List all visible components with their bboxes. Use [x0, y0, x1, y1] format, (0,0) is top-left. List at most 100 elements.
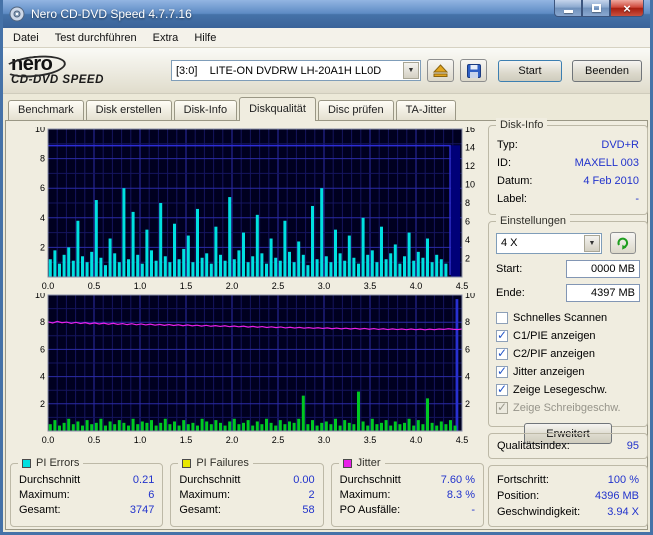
- menu-item-hilfe[interactable]: Hilfe: [186, 30, 224, 46]
- svg-text:6: 6: [40, 183, 45, 193]
- stats-jitter: Jitter Durchschnitt 7.60 % Maximum: 8.3 % …: [330, 456, 484, 527]
- window-controls: ×: [554, 0, 644, 17]
- window-title: Nero CD-DVD Speed 4.7.7.16: [31, 7, 192, 21]
- speed-select-value: 4 X: [501, 237, 518, 249]
- jitter-chart: 10 8 6 4 2 10 8 6 4 2 0.0 0.5 1.0 1.5 2.0 2.5 3.0 3.5 4.0 4…: [35, 293, 475, 445]
- menu-item-test-durchfuehren[interactable]: Test durchführen: [47, 30, 145, 46]
- checkbox-zeige-schreibgeschw: Zeige Schreibgeschw.: [496, 399, 640, 416]
- settings-title: Einstellungen: [496, 214, 571, 228]
- tab-diskqualitaet[interactable]: Diskqualität: [239, 97, 316, 121]
- drive-selector-value: [3:0] LITE-ON DVDRW LH-20A1H LL0D: [176, 64, 382, 77]
- disc-quality-page: 10 8 6 4 2 16 14 12 10 8 6 4 2 0.0 0.5 1.0 1.5 2.0 2.5 3.0 3…: [5, 118, 648, 530]
- svg-text:4: 4: [465, 372, 470, 382]
- maximize-button[interactable]: [582, 0, 610, 17]
- checkbox-icon: [496, 328, 508, 342]
- drive-selector[interactable]: [3:0] LITE-ON DVDRW LH-20A1H LL0D ▼: [171, 60, 421, 81]
- refresh-button[interactable]: [610, 232, 636, 254]
- svg-text:0.0: 0.0: [42, 281, 55, 291]
- eject-button[interactable]: [427, 59, 454, 82]
- tab-disc-pruefen[interactable]: Disc prüfen: [317, 100, 394, 120]
- svg-text:14: 14: [465, 143, 475, 153]
- svg-text:16: 16: [465, 127, 475, 134]
- window-body: Datei Test durchführen Extra Hilfe nero …: [3, 28, 650, 532]
- svg-text:4.0: 4.0: [410, 281, 423, 291]
- eject-icon: [433, 64, 448, 77]
- checkbox-jitter-anzeigen[interactable]: Jitter anzeigen: [496, 363, 640, 380]
- svg-text:6: 6: [40, 344, 45, 354]
- checkbox-c2-pif-anzeigen[interactable]: C2/PIF anzeigen: [496, 345, 640, 362]
- svg-text:2.5: 2.5: [272, 281, 285, 291]
- stats-pi-errors: PI Errors Durchschnitt 0.21 Maximum: 6 Ges…: [10, 456, 164, 527]
- disk-info-row-label: Label: -: [497, 193, 639, 205]
- svg-text:0.5: 0.5: [88, 281, 101, 291]
- quit-button[interactable]: Beenden: [572, 59, 642, 82]
- svg-text:2: 2: [465, 399, 470, 409]
- speed-select[interactable]: 4 X ▼: [496, 232, 602, 254]
- svg-text:10: 10: [35, 127, 45, 134]
- svg-text:8: 8: [40, 317, 45, 327]
- progress-row: Fortschritt: 100 %: [497, 474, 639, 486]
- nero-logo: nero CD-DVD SPEED: [11, 54, 159, 87]
- pi-errors-chart: 10 8 6 4 2 16 14 12 10 8 6 4 2 0.0 0.5 1.0 1.5 2.0 2.5 3.0 3…: [35, 127, 475, 291]
- save-button[interactable]: [460, 59, 487, 82]
- menu-item-datei[interactable]: Datei: [5, 30, 47, 46]
- svg-text:8: 8: [465, 198, 470, 208]
- checkbox-zeige-lesegeschw[interactable]: Zeige Lesegeschw.: [496, 381, 640, 398]
- quality-index-panel: Qualitätsindex: 95: [488, 433, 648, 459]
- checkbox-schnelles-scannen[interactable]: Schnelles Scannen: [496, 309, 640, 326]
- tab-benchmark[interactable]: Benchmark: [8, 100, 84, 120]
- svg-text:8: 8: [465, 317, 470, 327]
- minimize-button[interactable]: [554, 0, 582, 17]
- menu-bar: Datei Test durchführen Extra Hilfe: [3, 28, 650, 48]
- tab-strip: Benchmark Disk erstellen Disk-Info Diskq…: [3, 94, 650, 121]
- pi-failures-swatch-icon: [182, 458, 192, 468]
- speed-row: Geschwindigkeit: 3.94 X: [497, 506, 639, 518]
- dropdown-arrow-icon[interactable]: ▼: [584, 234, 600, 252]
- nero-logo-text: nero: [11, 53, 53, 76]
- dropdown-arrow-icon[interactable]: ▼: [403, 62, 419, 79]
- svg-text:2.5: 2.5: [272, 435, 285, 445]
- tab-disk-info[interactable]: Disk-Info: [173, 100, 238, 120]
- title-bar[interactable]: Nero CD-DVD Speed 4.7.7.16 ×: [3, 0, 650, 28]
- statistics-row: PI Errors Durchschnitt 0.21 Maximum: 6 Ges…: [10, 456, 484, 527]
- svg-text:10: 10: [35, 293, 45, 300]
- svg-text:2: 2: [40, 242, 45, 252]
- close-icon: ×: [623, 0, 631, 16]
- svg-text:6: 6: [465, 217, 470, 227]
- close-button[interactable]: ×: [610, 0, 644, 17]
- svg-text:4: 4: [40, 372, 45, 382]
- svg-text:2: 2: [465, 254, 470, 264]
- menu-item-extra[interactable]: Extra: [145, 30, 187, 46]
- pi-errors-swatch-icon: [22, 458, 31, 468]
- svg-text:1.0: 1.0: [134, 281, 147, 291]
- position-row: Position: 4396 MB: [497, 490, 639, 502]
- app-window: Nero CD-DVD Speed 4.7.7.16 × Datei Test …: [0, 0, 653, 535]
- svg-text:3.5: 3.5: [364, 281, 377, 291]
- svg-text:2.0: 2.0: [226, 435, 239, 445]
- disk-info-title: Disk-Info: [496, 118, 548, 132]
- tab-ta-jitter[interactable]: TA-Jitter: [395, 100, 457, 120]
- svg-text:10: 10: [465, 293, 475, 300]
- svg-text:3.5: 3.5: [364, 435, 377, 445]
- start-button[interactable]: Start: [498, 59, 562, 82]
- svg-text:10: 10: [465, 180, 475, 190]
- quality-index-label: Qualitätsindex:: [497, 440, 570, 452]
- settings-panel: Einstellungen 4 X ▼ Start: 0000 MB Ende:…: [488, 214, 648, 444]
- disk-info-row-id: ID: MAXELL 003: [497, 157, 639, 169]
- progress-panel: Fortschritt: 100 % Position: 4396 MB Ges…: [488, 465, 648, 527]
- start-field[interactable]: 0000 MB: [566, 260, 640, 278]
- svg-text:2: 2: [40, 399, 45, 409]
- checkbox-icon: [496, 346, 508, 360]
- checkbox-icon: [496, 400, 508, 414]
- save-icon: [466, 63, 481, 78]
- checkbox-icon: [496, 382, 508, 396]
- tab-disk-erstellen[interactable]: Disk erstellen: [85, 100, 172, 120]
- svg-text:8: 8: [40, 154, 45, 164]
- end-field[interactable]: 4397 MB: [566, 284, 640, 302]
- svg-text:1.5: 1.5: [180, 281, 193, 291]
- scan-start-row: Start: 0000 MB: [496, 260, 640, 278]
- svg-text:4: 4: [465, 235, 470, 245]
- svg-text:0.0: 0.0: [42, 435, 55, 445]
- checkbox-c1-pie-anzeigen[interactable]: C1/PIE anzeigen: [496, 327, 640, 344]
- disk-info-panel: Disk-Info Typ: DVD+R ID: MAXELL 003 Datu…: [488, 118, 648, 215]
